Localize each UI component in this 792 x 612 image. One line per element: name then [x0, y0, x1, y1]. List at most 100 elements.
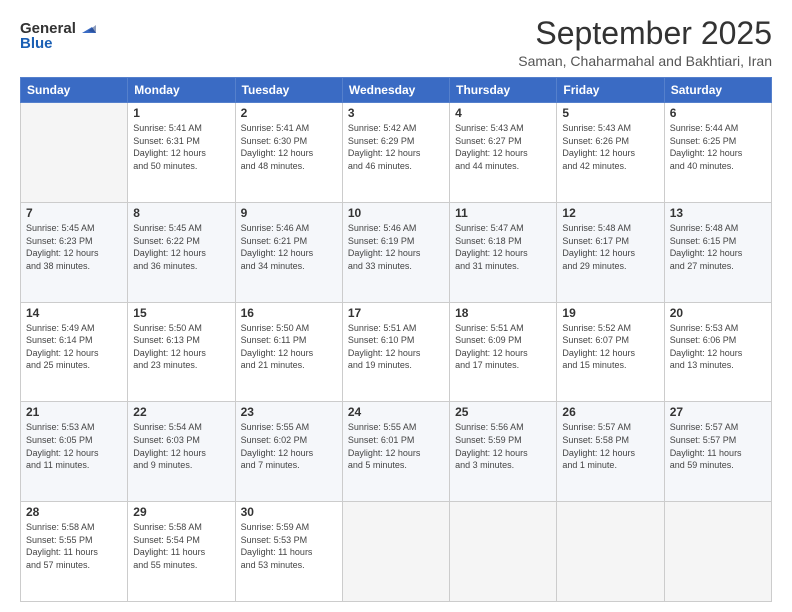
day-info: Sunrise: 5:57 AMSunset: 5:57 PMDaylight:…	[670, 421, 766, 471]
day-info: Sunrise: 5:41 AMSunset: 6:31 PMDaylight:…	[133, 122, 229, 172]
table-row	[342, 502, 449, 602]
day-number: 29	[133, 505, 229, 519]
day-info: Sunrise: 5:55 AMSunset: 6:01 PMDaylight:…	[348, 421, 444, 471]
table-row: 24 Sunrise: 5:55 AMSunset: 6:01 PMDayligh…	[342, 402, 449, 502]
day-info: Sunrise: 5:53 AMSunset: 6:05 PMDaylight:…	[26, 421, 122, 471]
day-number: 28	[26, 505, 122, 519]
day-number: 6	[670, 106, 766, 120]
day-number: 15	[133, 306, 229, 320]
table-row	[450, 502, 557, 602]
day-info: Sunrise: 5:50 AMSunset: 6:11 PMDaylight:…	[241, 322, 337, 372]
table-row	[557, 502, 664, 602]
header-row: Sunday Monday Tuesday Wednesday Thursday…	[21, 78, 772, 103]
table-row: 22 Sunrise: 5:54 AMSunset: 6:03 PMDayligh…	[128, 402, 235, 502]
calendar-week-3: 14 Sunrise: 5:49 AMSunset: 6:14 PMDayligh…	[21, 302, 772, 402]
table-row: 30Sunrise: 5:59 AMSunset: 5:53 PMDayligh…	[235, 502, 342, 602]
table-row: 25 Sunrise: 5:56 AMSunset: 5:59 PMDayligh…	[450, 402, 557, 502]
day-number: 25	[455, 405, 551, 419]
table-row: 3Sunrise: 5:42 AMSunset: 6:29 PMDaylight…	[342, 103, 449, 203]
col-friday: Friday	[557, 78, 664, 103]
day-number: 8	[133, 206, 229, 220]
day-number: 10	[348, 206, 444, 220]
table-row: 15 Sunrise: 5:50 AMSunset: 6:13 PMDayligh…	[128, 302, 235, 402]
table-row: 14 Sunrise: 5:49 AMSunset: 6:14 PMDayligh…	[21, 302, 128, 402]
calendar-title: September 2025	[518, 16, 772, 51]
day-info: Sunrise: 5:55 AMSunset: 6:02 PMDaylight:…	[241, 421, 337, 471]
table-row: 4 Sunrise: 5:43 AMSunset: 6:27 PMDaylight…	[450, 103, 557, 203]
col-sunday: Sunday	[21, 78, 128, 103]
day-info: Sunrise: 5:54 AMSunset: 6:03 PMDaylight:…	[133, 421, 229, 471]
title-block: September 2025 Saman, Chaharmahal and Ba…	[518, 16, 772, 69]
logo-blue: Blue	[20, 35, 53, 52]
col-tuesday: Tuesday	[235, 78, 342, 103]
day-info: Sunrise: 5:53 AMSunset: 6:06 PMDaylight:…	[670, 322, 766, 372]
day-number: 24	[348, 405, 444, 419]
table-row: 8 Sunrise: 5:45 AMSunset: 6:22 PMDaylight…	[128, 202, 235, 302]
table-row: 28 Sunrise: 5:58 AMSunset: 5:55 PMDayligh…	[21, 502, 128, 602]
day-number: 9	[241, 206, 337, 220]
day-info: Sunrise: 5:45 AMSunset: 6:23 PMDaylight:…	[26, 222, 122, 272]
page: General Blue September 2025 Saman, Chaha…	[0, 0, 792, 612]
logo: General Blue	[20, 20, 96, 52]
day-number: 12	[562, 206, 658, 220]
table-row: 21Sunrise: 5:53 AMSunset: 6:05 PMDayligh…	[21, 402, 128, 502]
day-info: Sunrise: 5:52 AMSunset: 6:07 PMDaylight:…	[562, 322, 658, 372]
table-row: 20 Sunrise: 5:53 AMSunset: 6:06 PMDayligh…	[664, 302, 771, 402]
day-number: 26	[562, 405, 658, 419]
day-info: Sunrise: 5:45 AMSunset: 6:22 PMDaylight:…	[133, 222, 229, 272]
day-number: 14	[26, 306, 122, 320]
day-number: 4	[455, 106, 551, 120]
table-row	[664, 502, 771, 602]
table-row: 23Sunrise: 5:55 AMSunset: 6:02 PMDayligh…	[235, 402, 342, 502]
table-row: 16 Sunrise: 5:50 AMSunset: 6:11 PMDayligh…	[235, 302, 342, 402]
day-info: Sunrise: 5:44 AMSunset: 6:25 PMDaylight:…	[670, 122, 766, 172]
table-row: 12 Sunrise: 5:48 AMSunset: 6:17 PMDayligh…	[557, 202, 664, 302]
day-number: 1	[133, 106, 229, 120]
calendar-subtitle: Saman, Chaharmahal and Bakhtiari, Iran	[518, 53, 772, 69]
day-info: Sunrise: 5:49 AMSunset: 6:14 PMDaylight:…	[26, 322, 122, 372]
table-row: 10 Sunrise: 5:46 AMSunset: 6:19 PMDayligh…	[342, 202, 449, 302]
day-number: 17	[348, 306, 444, 320]
day-info: Sunrise: 5:47 AMSunset: 6:18 PMDaylight:…	[455, 222, 551, 272]
day-info: Sunrise: 5:43 AMSunset: 6:27 PMDaylight:…	[455, 122, 551, 172]
day-info: Sunrise: 5:48 AMSunset: 6:15 PMDaylight:…	[670, 222, 766, 272]
logo-icon	[78, 19, 96, 37]
table-row: 18Sunrise: 5:51 AMSunset: 6:09 PMDayligh…	[450, 302, 557, 402]
day-number: 11	[455, 206, 551, 220]
col-thursday: Thursday	[450, 78, 557, 103]
day-info: Sunrise: 5:58 AMSunset: 5:55 PMDaylight:…	[26, 521, 122, 571]
table-row: 7 Sunrise: 5:45 AMSunset: 6:23 PMDaylight…	[21, 202, 128, 302]
day-number: 16	[241, 306, 337, 320]
calendar-week-5: 28 Sunrise: 5:58 AMSunset: 5:55 PMDayligh…	[21, 502, 772, 602]
col-wednesday: Wednesday	[342, 78, 449, 103]
day-number: 2	[241, 106, 337, 120]
day-info: Sunrise: 5:57 AMSunset: 5:58 PMDaylight:…	[562, 421, 658, 471]
table-row: 6 Sunrise: 5:44 AMSunset: 6:25 PMDaylight…	[664, 103, 771, 203]
day-number: 20	[670, 306, 766, 320]
day-info: Sunrise: 5:46 AMSunset: 6:19 PMDaylight:…	[348, 222, 444, 272]
day-number: 7	[26, 206, 122, 220]
day-info: Sunrise: 5:42 AMSunset: 6:29 PMDaylight:…	[348, 122, 444, 172]
table-row: 19Sunrise: 5:52 AMSunset: 6:07 PMDayligh…	[557, 302, 664, 402]
calendar-table: Sunday Monday Tuesday Wednesday Thursday…	[20, 77, 772, 602]
table-row: 1 Sunrise: 5:41 AMSunset: 6:31 PMDaylight…	[128, 103, 235, 203]
day-number: 5	[562, 106, 658, 120]
day-info: Sunrise: 5:50 AMSunset: 6:13 PMDaylight:…	[133, 322, 229, 372]
day-info: Sunrise: 5:46 AMSunset: 6:21 PMDaylight:…	[241, 222, 337, 272]
table-row	[21, 103, 128, 203]
table-row: 26 Sunrise: 5:57 AMSunset: 5:58 PMDayligh…	[557, 402, 664, 502]
header: General Blue September 2025 Saman, Chaha…	[20, 16, 772, 69]
col-monday: Monday	[128, 78, 235, 103]
table-row: 2Sunrise: 5:41 AMSunset: 6:30 PMDaylight…	[235, 103, 342, 203]
day-info: Sunrise: 5:56 AMSunset: 5:59 PMDaylight:…	[455, 421, 551, 471]
day-info: Sunrise: 5:51 AMSunset: 6:10 PMDaylight:…	[348, 322, 444, 372]
calendar-week-2: 7 Sunrise: 5:45 AMSunset: 6:23 PMDaylight…	[21, 202, 772, 302]
day-info: Sunrise: 5:48 AMSunset: 6:17 PMDaylight:…	[562, 222, 658, 272]
day-number: 30	[241, 505, 337, 519]
table-row: 11 Sunrise: 5:47 AMSunset: 6:18 PMDayligh…	[450, 202, 557, 302]
table-row: 9 Sunrise: 5:46 AMSunset: 6:21 PMDaylight…	[235, 202, 342, 302]
day-info: Sunrise: 5:43 AMSunset: 6:26 PMDaylight:…	[562, 122, 658, 172]
calendar-week-1: 1 Sunrise: 5:41 AMSunset: 6:31 PMDaylight…	[21, 103, 772, 203]
day-number: 22	[133, 405, 229, 419]
table-row: 5 Sunrise: 5:43 AMSunset: 6:26 PMDaylight…	[557, 103, 664, 203]
